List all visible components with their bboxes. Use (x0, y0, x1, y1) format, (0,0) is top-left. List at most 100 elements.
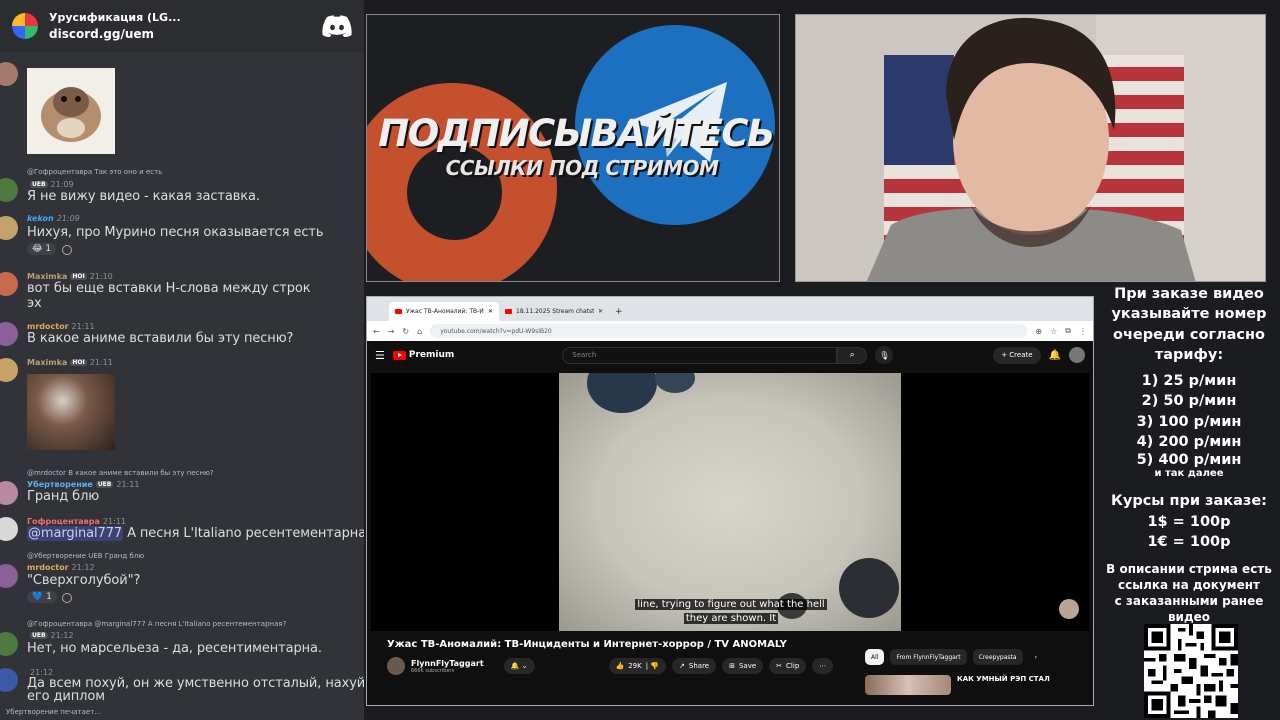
back-icon[interactable]: ← (373, 327, 380, 336)
qr-code (1144, 624, 1238, 718)
avatar[interactable] (0, 632, 18, 656)
description-line: В описании стрима есть (1106, 562, 1272, 577)
mic-icon[interactable]: 🎙 (875, 346, 894, 364)
avatar[interactable] (0, 481, 18, 505)
timestamp: 21:10 (89, 272, 113, 281)
reaction[interactable]: 💙 1 (27, 591, 57, 603)
chip-all[interactable]: All (865, 649, 885, 665)
account-avatar[interactable] (1069, 347, 1085, 363)
subscribe-bell-button[interactable]: 🔔 ⌄ (503, 658, 535, 674)
notifications-icon[interactable]: 🔔 (1049, 350, 1061, 361)
youtube-logo[interactable]: Premium (392, 350, 454, 360)
recommended-video[interactable]: КАК УМНЫЙ РЭП СТАЛ (865, 675, 1050, 695)
avatar[interactable] (0, 178, 18, 202)
caption-line: they are shown. It (683, 613, 779, 624)
pricing-info-panel: При заказе видео указывайте номер очеред… (1098, 284, 1280, 720)
recommended-thumbnail[interactable] (865, 675, 951, 695)
typing-indicator: Убертворение печатает... (6, 708, 101, 716)
tariff-note: и так далее (1154, 468, 1224, 480)
zoom-icon[interactable]: ⊕ (1035, 327, 1042, 336)
new-tab-icon[interactable]: + (615, 307, 623, 317)
server-avatar (12, 13, 38, 39)
username[interactable]: Maximka (27, 272, 67, 281)
timestamp: 21:11 (116, 480, 140, 489)
username[interactable]: Убертворение (27, 480, 93, 489)
share-button[interactable]: ↗ Share (672, 658, 717, 674)
avatar[interactable] (0, 272, 18, 296)
like-count: 29K (628, 662, 642, 670)
avatar[interactable] (0, 216, 18, 240)
more-actions-button[interactable]: ⋯ (812, 658, 834, 674)
username[interactable]: Гофроцентавра (27, 517, 100, 526)
attached-image[interactable] (27, 374, 115, 450)
recommended-title[interactable]: КАК УМНЫЙ РЭП СТАЛ (957, 675, 1050, 695)
more-icon[interactable]: ⋮ (1079, 327, 1087, 336)
create-button[interactable]: + Create (993, 346, 1041, 364)
extensions-icon[interactable]: ⧉ (1065, 326, 1071, 336)
caption-line: line, trying to figure out what the hell (635, 599, 827, 610)
reaction-count: 1 (45, 244, 52, 254)
server-name: Урусификация (LG... (49, 11, 181, 24)
hamster-image[interactable] (27, 68, 115, 154)
save-button[interactable]: ⊞ Save (722, 658, 764, 674)
channel-name[interactable]: FlynnFlyTaggart (411, 659, 484, 668)
bookmark-icon[interactable]: ☆ (1050, 327, 1057, 336)
clip-button[interactable]: ✂ Clip (769, 658, 807, 674)
tab-stream-chatstat[interactable]: 18.11.2025 Stream chatstat... ✕ (499, 302, 609, 321)
video-player[interactable]: line, trying to figure out what the hell… (371, 373, 1089, 631)
reply-preview[interactable]: @Гофроцентавра @marginal777 А песня L'It… (27, 620, 286, 628)
add-reaction-icon[interactable] (62, 245, 72, 255)
avatar[interactable] (0, 564, 18, 588)
tariff-line: 3) 100 р/мин (1136, 413, 1242, 430)
username[interactable]: mrdoctor (27, 322, 69, 331)
reaction[interactable]: 😂 1 (27, 243, 57, 255)
chip-creepypasta[interactable]: Creepypasta (972, 649, 1023, 665)
reply-preview[interactable]: @Гофроцентавра Так это оно и есть (27, 168, 162, 176)
forward-icon[interactable]: → (388, 327, 395, 336)
save-label: Save (738, 662, 757, 670)
avatar[interactable] (0, 358, 18, 382)
tariff-line: 5) 400 р/мин (1136, 452, 1242, 469)
reply-preview[interactable]: @mrdoctor В какое аниме вставили бы эту … (27, 469, 214, 477)
reload-icon[interactable]: ↻ (402, 327, 409, 336)
search-icon[interactable]: ⌕ (837, 346, 868, 364)
reply-preview[interactable]: @Убертворение UEB Гранд блю (27, 552, 144, 560)
tariff-line: 2) 50 р/мин (1141, 393, 1237, 410)
avatar[interactable] (0, 517, 18, 541)
add-reaction-icon[interactable] (62, 593, 72, 603)
message-text: Нет, но марсельеза - да, ресентиментарна… (27, 641, 322, 656)
close-icon[interactable]: ✕ (598, 308, 603, 315)
avatar[interactable] (0, 668, 18, 692)
message-text: Гранд блю (27, 489, 100, 504)
message-text: Я не вижу видео - какая заставка. (27, 189, 260, 204)
discord-icon (322, 15, 352, 37)
info-line: очереди согласно (1113, 326, 1265, 343)
close-icon[interactable]: ✕ (488, 308, 493, 315)
channel-watermark[interactable] (1059, 599, 1079, 619)
tab-youtube-video[interactable]: Ужас ТВ-Аномалий: ТВ-Инциде... ✕ (389, 302, 499, 321)
avatar[interactable] (0, 62, 18, 86)
home-icon[interactable]: ⌂ (417, 327, 422, 336)
url-field[interactable]: youtube.com/watch?v=pdU-W9sIB20 (430, 324, 1028, 338)
promo-subtitle: ССЫЛКИ ПОД СТРИМОМ (445, 156, 719, 180)
channel-avatar[interactable] (387, 657, 405, 675)
user-mention[interactable]: @marginal777 (27, 526, 124, 541)
username[interactable]: kekon (27, 214, 54, 223)
menu-icon[interactable]: ☰ (375, 349, 385, 362)
chevron-right-icon[interactable]: › (1029, 649, 1043, 665)
username[interactable]: mrdoctor (27, 563, 69, 572)
chip-from-channel[interactable]: From FlynnFlyTaggart (890, 649, 967, 665)
server-invite-link: discord.gg/uem (49, 27, 155, 41)
youtube-favicon (505, 309, 512, 314)
channel-row: FlynnFlyTaggart 666K subscribers 🔔 ⌄ 👍 2… (387, 657, 834, 675)
avatar[interactable] (0, 322, 18, 346)
subscriber-count: 666K subscribers (411, 667, 455, 674)
message-text: вот бы еще вставки Н-слова между строк (27, 281, 311, 296)
timestamp: 21:12 (50, 631, 74, 640)
reaction-count: 1 (46, 592, 52, 602)
username[interactable]: Maximka (27, 358, 67, 367)
search-input[interactable]: Search (562, 346, 838, 364)
message-text: "Сверхголубой"? (27, 573, 141, 588)
role-badge: UEB (30, 181, 48, 188)
like-button[interactable]: 👍 29K | 👎 (608, 658, 667, 674)
